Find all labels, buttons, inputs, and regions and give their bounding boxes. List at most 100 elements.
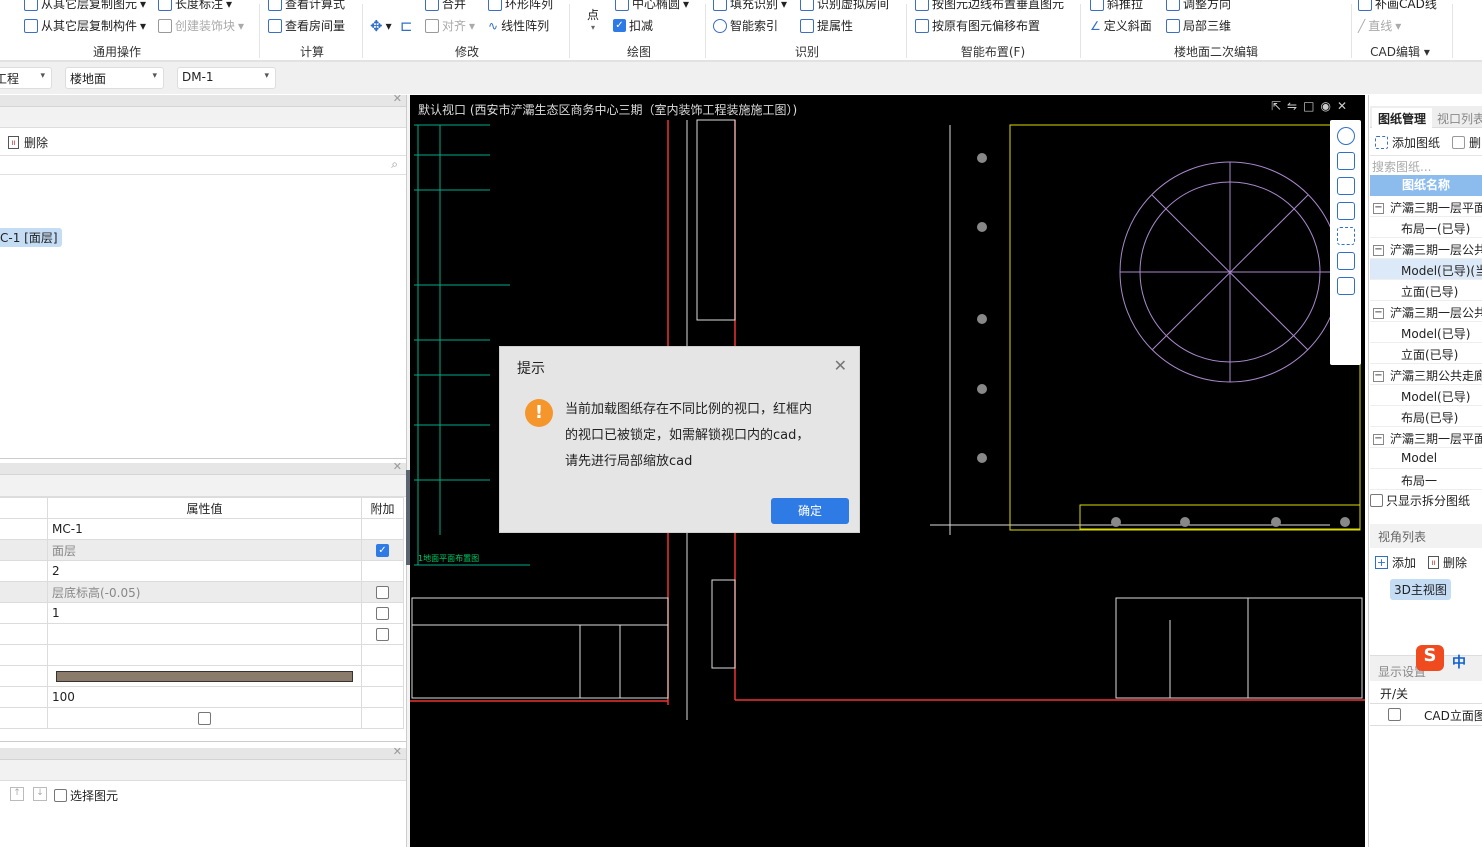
sheet-tree-item[interactable]: − 浐灞三期一层平面 — [1370, 196, 1482, 217]
sheet-tree-item[interactable]: 立面(已导) — [1370, 343, 1482, 364]
offset-layout-button[interactable]: 按原有图元偏移布置 — [915, 17, 1040, 34]
collapse-icon[interactable]: − — [1373, 434, 1384, 445]
group-label: 修改 — [454, 45, 480, 59]
move-down-button[interactable]: ↓ — [33, 787, 47, 801]
divider — [705, 4, 706, 58]
sheet-tree-item[interactable]: 布局一 — [1370, 469, 1482, 490]
linear-array-button[interactable]: ∿ 线性阵列 — [488, 17, 549, 34]
delete-sheet-button[interactable]: 删 — [1452, 134, 1481, 151]
sheet-tree-item[interactable]: − 浐灞三期一层公共 — [1370, 301, 1482, 322]
oblique-push-button[interactable]: 斜推拉 — [1090, 0, 1143, 12]
align-button[interactable]: 对齐 ▾ — [425, 17, 475, 34]
local-3d-button[interactable]: 局部三维 — [1166, 17, 1231, 34]
checkbox[interactable] — [376, 628, 389, 641]
dialog-close-icon[interactable]: ✕ — [834, 356, 847, 375]
tab-viewport-list[interactable]: 视口列表 — [1437, 110, 1482, 127]
dimension-icon — [158, 0, 172, 11]
view-formula-button[interactable]: 查看计算式 — [268, 0, 345, 12]
checkbox[interactable] — [198, 712, 211, 725]
define-slope-button[interactable]: ∠ 定义斜面 — [1090, 17, 1152, 34]
sheet-tree-item[interactable]: − 浐灞三期一层公共 — [1370, 238, 1482, 259]
view-chip-3d-main[interactable]: 3D主视图 — [1390, 579, 1451, 600]
delete-view-button[interactable]: ıı 删除 — [1428, 554, 1467, 571]
fill-recognize-button[interactable]: 填充识别 ▾ — [713, 0, 787, 12]
offset-button[interactable]: ⊏ — [400, 17, 413, 35]
collapse-icon[interactable]: − — [1373, 245, 1384, 256]
copy-component-from-layer-button[interactable]: 从其它层复制构件 ▾ — [24, 17, 146, 34]
point-button[interactable]: 点 ▾ — [587, 6, 599, 32]
tab-sheet-management[interactable]: 图纸管理 — [1372, 108, 1433, 129]
ime-mode[interactable]: 中 — [1452, 652, 1466, 672]
box-select-icon[interactable] — [1336, 252, 1355, 270]
deduct-checkbox[interactable]: ✓ 扣减 — [613, 17, 653, 34]
table-row: 100 — [0, 686, 404, 708]
edge-icon — [915, 0, 929, 11]
sheet-tree-item[interactable]: Model(已导) — [1370, 322, 1482, 343]
select-element-checkbox[interactable]: 选择图元 — [54, 787, 118, 804]
sheet-tree-item[interactable]: Model(已导)(当 — [1370, 259, 1482, 280]
add-view-button[interactable]: + 添加 — [1375, 554, 1416, 571]
sheet-search-input[interactable]: 搜索图纸... — [1370, 155, 1482, 175]
cube-solid-icon[interactable] — [1336, 202, 1355, 220]
table-row: 2 — [0, 560, 404, 582]
close-icon[interactable]: ✕ — [393, 460, 402, 473]
sheet-tree-item[interactable]: 布局(已导) — [1370, 406, 1482, 427]
adjust-direction-button[interactable]: 调整方向 — [1166, 0, 1231, 12]
list-view-icon[interactable] — [1336, 277, 1355, 295]
checkbox[interactable] — [376, 607, 389, 620]
draw-cad-line-button[interactable]: 补画CAD线 — [1358, 0, 1437, 12]
delete-button[interactable]: ıı 删除 — [8, 134, 48, 151]
collapse-icon[interactable]: − — [1373, 308, 1384, 319]
recognize-virtual-room-button[interactable]: 识别虚拟房间 — [800, 0, 889, 12]
sheet-tree-item[interactable]: − 浐灞三期一层平面 — [1370, 427, 1482, 448]
checkbox-checked[interactable]: ✓ — [376, 544, 389, 557]
dialog-message: 当前加载图纸存在不同比例的视口，红框内 的视口已被锁定，如需解锁视口内的cad，… — [565, 402, 813, 469]
close-icon[interactable]: ✕ — [393, 745, 402, 758]
property-table: 属性值 附加 MC-1 面层 ✓ 2 层底标高(-0.05) 1 100 — [0, 497, 404, 729]
trash-icon: ıı — [1428, 556, 1439, 569]
collapse-icon[interactable]: − — [1373, 371, 1384, 382]
create-decor-block-button[interactable]: 创建装饰块 ▾ — [158, 17, 244, 34]
checkbox[interactable] — [1388, 708, 1401, 721]
line-button[interactable]: ╱ 直线 ▾ — [1358, 17, 1401, 34]
sheet-tree-item[interactable]: Model — [1370, 448, 1482, 469]
merge-button[interactable]: 合并 — [425, 0, 466, 12]
collapse-icon[interactable]: − — [1373, 203, 1384, 214]
color-swatch[interactable] — [56, 670, 353, 682]
sheet-tree-item[interactable]: 布局一(已导) — [1370, 217, 1482, 238]
ok-button[interactable]: 确定 — [771, 498, 849, 524]
orbit-icon[interactable] — [1336, 127, 1355, 145]
category-dropdown[interactable]: 楼地面 — [65, 67, 164, 89]
component-dropdown[interactable]: DM-1 — [177, 67, 276, 89]
table-row: 面层 ✓ — [0, 539, 404, 561]
circular-array-button[interactable]: 环形阵列 — [488, 0, 553, 12]
extract-property-button[interactable]: 提属性 — [800, 17, 853, 34]
fit-view-icon[interactable] — [1336, 227, 1355, 245]
close-icon[interactable]: ✕ — [393, 92, 402, 105]
cube-view-icon[interactable] — [1336, 177, 1355, 195]
cad-edit-group-button[interactable]: CAD编辑 ▾ — [1370, 43, 1430, 60]
move-up-button[interactable]: ↑ — [10, 787, 24, 801]
ribbon: 从其它层复制图元 ▾ 长度标注 ▾ 查看计算式 合并 环形阵列 中心椭圆 ▾ 填充识别… — [0, 0, 1482, 62]
move-button[interactable]: ✥ ▾ — [370, 17, 392, 35]
view-room-quantity-button[interactable]: 查看房间量 — [268, 17, 345, 34]
display-row: CAD立面图 — [1370, 704, 1482, 726]
component-search-input[interactable]: ⌕ — [0, 155, 406, 175]
sheet-tree-item[interactable]: − 浐灞三期公共走廊 — [1370, 364, 1482, 385]
only-split-checkbox[interactable]: 只显示拆分图纸 — [1370, 492, 1470, 509]
table-row — [0, 665, 404, 687]
copy-element-from-layer-button[interactable]: 从其它层复制图元 ▾ — [24, 0, 146, 12]
sheet-tree-item[interactable]: Model(已导) — [1370, 385, 1482, 406]
smart-index-button[interactable]: 智能索引 — [713, 17, 778, 34]
copy-icon — [24, 0, 38, 11]
edge-vertical-layout-button[interactable]: 按图元边线布置垂直图元 — [915, 0, 1064, 12]
3d-view-icon[interactable] — [1336, 152, 1355, 170]
checkbox[interactable] — [376, 586, 389, 599]
sheet-tree-item[interactable]: 立面(已导) — [1370, 280, 1482, 301]
project-dropdown[interactable]: 工程 — [0, 67, 52, 89]
length-dimension-button[interactable]: 长度标注 ▾ — [158, 0, 232, 12]
component-list-item[interactable]: C-1 [面层] — [0, 228, 62, 247]
add-sheet-button[interactable]: 添加图纸 — [1375, 134, 1440, 151]
table-row — [0, 644, 404, 666]
center-ellipse-button[interactable]: 中心椭圆 ▾ — [615, 0, 689, 12]
